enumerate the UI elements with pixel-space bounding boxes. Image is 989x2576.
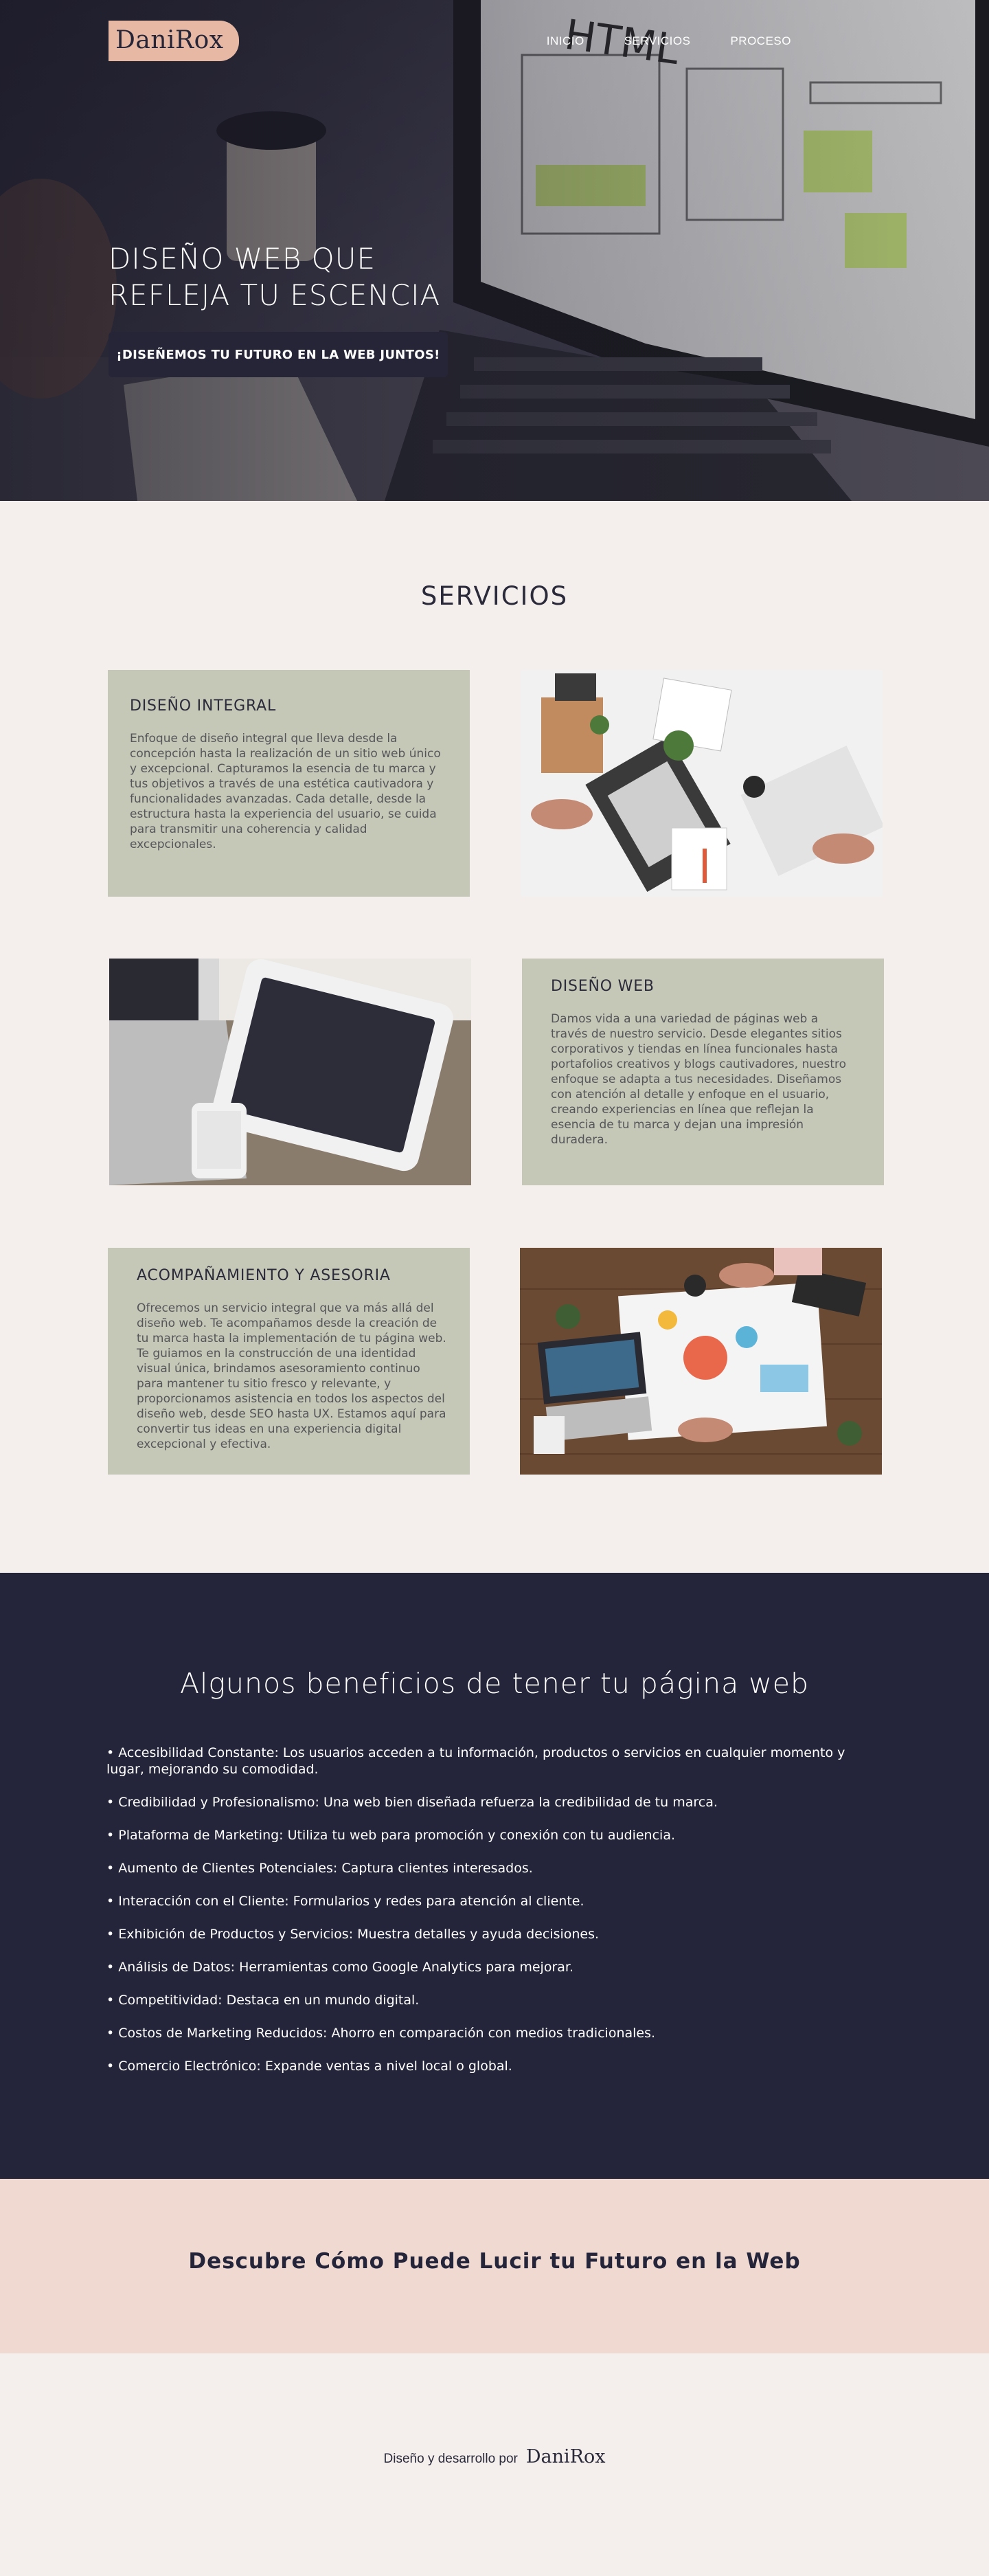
service-description: Ofrecemos un servicio integral que va má… — [137, 1301, 446, 1451]
footer-logo[interactable]: DaniRox — [526, 2446, 606, 2467]
benefit-item: • Plataforma de Marketing: Utiliza tu we… — [106, 1828, 676, 1843]
hero-cta-button[interactable]: ¡DISEÑEMOS TU FUTURO EN LA WEB JUNTOS! — [109, 332, 448, 377]
service-card-diseno-integral: DISEÑO INTEGRAL Enfoque de diseño integr… — [108, 670, 470, 897]
services-section: SERVICIOS DISEÑO INTEGRAL Enfoque de dis… — [0, 501, 989, 1573]
service-image-devices — [109, 959, 471, 1185]
services-title: SERVICIOS — [420, 581, 569, 611]
benefit-item: • Credibilidad y Profesionalismo: Una we… — [106, 1795, 718, 1810]
hero-title: DISEÑO WEB QUE REFLEJA TU ESCENCIA — [109, 242, 441, 312]
benefit-item: • Aumento de Clientes Potenciales: Captu… — [106, 1861, 533, 1876]
nav-link-proceso[interactable]: PROCESO — [730, 34, 791, 48]
top-navigation: DaniRox INICIO SERVICIOS PROCESO — [109, 21, 880, 61]
benefit-item: • Análisis de Datos: Herramientas como G… — [106, 1960, 574, 1975]
service-title: DISEÑO WEB — [551, 978, 655, 995]
service-description: Enfoque de diseño integral que lleva des… — [130, 732, 441, 851]
service-description: Damos vida a una variedad de páginas web… — [551, 1012, 847, 1147]
benefits-section: Algunos beneficios de tener tu página we… — [0, 1573, 989, 2179]
discover-section: Descubre Cómo Puede Lucir tu Futuro en l… — [0, 2179, 989, 2353]
footer-credit-text: Diseño y desarrollo por — [383, 2452, 518, 2466]
service-image-workspace — [521, 670, 883, 897]
service-title: DISEÑO INTEGRAL — [130, 697, 277, 715]
benefits-list: • Accesibilidad Constante: Los usuarios … — [106, 1745, 883, 2091]
nav-link-inicio[interactable]: INICIO — [547, 34, 584, 48]
benefit-item: • Comercio Electrónico: Expande ventas a… — [106, 2059, 512, 2074]
service-title: ACOMPAÑAMIENTO Y ASESORIA — [137, 1267, 391, 1284]
benefits-title: Algunos beneficios de tener tu página we… — [179, 1667, 810, 1700]
service-image-planning — [520, 1248, 882, 1475]
site-logo[interactable]: DaniRox — [109, 21, 239, 61]
benefit-item: • Exhibición de Productos y Servicios: M… — [106, 1927, 600, 1942]
footer: Diseño y desarrollo por DaniRox — [0, 2353, 989, 2576]
nav-links: INICIO SERVICIOS PROCESO — [547, 34, 791, 48]
benefit-item: • Interacción con el Cliente: Formulario… — [106, 1894, 584, 1909]
discover-title[interactable]: Descubre Cómo Puede Lucir tu Futuro en l… — [0, 2249, 989, 2274]
footer-credit: Diseño y desarrollo por DaniRox — [0, 2446, 989, 2467]
benefit-item: • Competitividad: Destaca en un mundo di… — [106, 1993, 420, 2008]
benefit-item: • Accesibilidad Constante: Los usuarios … — [106, 1745, 845, 1777]
nav-link-servicios[interactable]: SERVICIOS — [624, 34, 691, 48]
service-card-diseno-web: DISEÑO WEB Damos vida a una variedad de … — [522, 959, 884, 1185]
service-card-acompanamiento: ACOMPAÑAMIENTO Y ASESORIA Ofrecemos un s… — [108, 1248, 470, 1475]
hero-section: HTML DaniRox INICIO SERVICIOS PROCESO DI… — [0, 0, 989, 501]
benefit-item: • Costos de Marketing Reducidos: Ahorro … — [106, 2026, 656, 2041]
